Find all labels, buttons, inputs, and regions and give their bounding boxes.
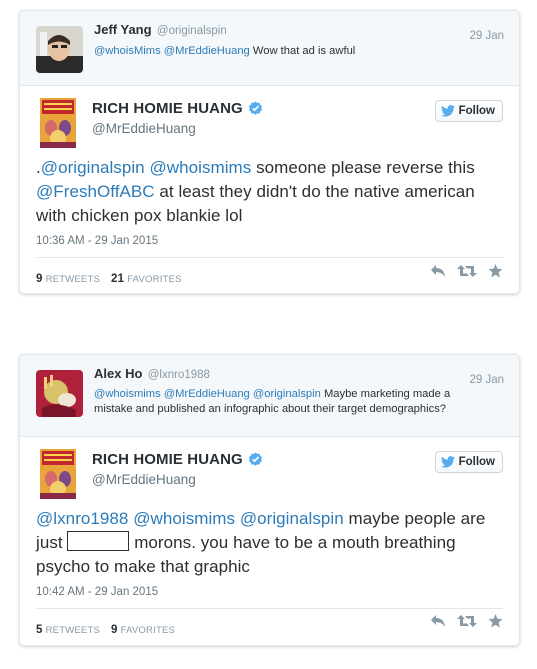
parent-tweet-date[interactable]: 29 Jan <box>469 30 504 42</box>
author-handle[interactable]: @MrEddieHuang <box>92 472 503 487</box>
mention-link[interactable]: @FreshOffABC <box>36 182 155 201</box>
tweet-actions <box>430 264 503 278</box>
avatar[interactable] <box>40 98 76 148</box>
parent-author-handle[interactable]: @lxnro1988 <box>148 369 210 381</box>
author-name-text: RICH HOMIE HUANG <box>92 100 243 117</box>
mention-link[interactable]: @MrEddieHuang <box>164 388 250 400</box>
mention-link[interactable]: @originalspin <box>41 158 145 177</box>
mention-link[interactable]: @MrEddieHuang <box>164 45 250 57</box>
parent-tweet-text: @whoismims @MrEddieHuang @originalspin M… <box>94 387 505 417</box>
reply-icon[interactable] <box>430 614 446 628</box>
reply-icon[interactable] <box>430 264 446 278</box>
main-tweet: RICH HOMIE HUANG @MrEddieHuang Follow .@… <box>20 86 519 285</box>
author-handle[interactable]: @MrEddieHuang <box>92 121 503 136</box>
retweet-icon[interactable] <box>457 264 477 278</box>
favorite-count[interactable]: 21 FAVORITES <box>111 273 182 285</box>
parent-tweet-date[interactable]: 29 Jan <box>469 374 504 386</box>
favorite-count[interactable]: 9 FAVORITES <box>111 624 175 636</box>
avatar[interactable] <box>40 449 76 499</box>
retweet-count-value: 9 <box>36 273 43 285</box>
embedded-tweet-card: Jeff Yang @originalspin 29 Jan @whoisMim… <box>19 10 520 294</box>
verified-icon <box>248 452 262 466</box>
follow-label: Follow <box>458 105 495 117</box>
mention-link[interactable]: @originalspin <box>240 509 344 528</box>
favorite-count-label: FAVORITES <box>120 625 176 636</box>
retweet-count-value: 5 <box>36 624 43 636</box>
mention-link[interactable]: @originalspin <box>253 388 321 400</box>
parent-tweet-text: @whoisMims @MrEddieHuang Wow that ad is … <box>94 44 505 59</box>
twitter-bird-icon <box>440 456 455 468</box>
follow-button[interactable]: Follow <box>434 100 503 122</box>
avatar[interactable] <box>36 26 83 73</box>
mention-link[interactable]: @whoismims <box>133 509 235 528</box>
verified-icon <box>248 101 262 115</box>
twitter-bird-icon <box>440 105 455 117</box>
favorite-count-label: FAVORITES <box>127 274 182 285</box>
retweet-count-label: RETWEETS <box>45 274 100 285</box>
retweet-count[interactable]: 5 RETWEETS <box>36 624 100 636</box>
mention-link[interactable]: @whoismims <box>149 158 251 177</box>
follow-label: Follow <box>458 456 495 468</box>
avatar[interactable] <box>36 370 83 417</box>
favorite-count-value: 9 <box>111 624 118 636</box>
text-span: Wow that ad is awful <box>249 45 356 57</box>
author-name-text: RICH HOMIE HUANG <box>92 451 243 468</box>
follow-button[interactable]: Follow <box>434 451 503 473</box>
retweet-icon[interactable] <box>457 614 477 628</box>
parent-author-name[interactable]: Alex Ho <box>94 366 142 381</box>
parent-author-handle[interactable]: @originalspin <box>157 25 227 37</box>
tweet-timestamp[interactable]: 10:42 AM - 29 Jan 2015 <box>36 586 503 598</box>
author-name[interactable]: RICH HOMIE HUANG <box>92 100 263 117</box>
parent-author-name[interactable]: Jeff Yang <box>94 22 152 37</box>
favorite-icon[interactable] <box>488 614 503 628</box>
favorite-count-value: 21 <box>111 273 125 285</box>
parent-tweet[interactable]: Alex Ho @lxnro1988 29 Jan @whoismims @Mr… <box>20 355 519 437</box>
mention-link[interactable]: @lxnro1988 <box>36 509 128 528</box>
mention-link[interactable]: @whoisMims <box>94 45 161 57</box>
retweet-count[interactable]: 9 RETWEETS <box>36 273 100 285</box>
retweet-count-label: RETWEETS <box>45 625 100 636</box>
tweet-text: .@originalspin @whoismims someone please… <box>36 156 503 228</box>
tweet-actions <box>430 614 503 628</box>
embedded-tweet-card: Alex Ho @lxnro1988 29 Jan @whoismims @Mr… <box>19 354 520 646</box>
tweet-text: @lxnro1988 @whoismims @originalspin mayb… <box>36 507 503 579</box>
mention-link[interactable]: @whoismims <box>94 388 161 400</box>
tweet-timestamp[interactable]: 10:36 AM - 29 Jan 2015 <box>36 235 503 247</box>
redacted-word-box <box>67 531 130 551</box>
author-name[interactable]: RICH HOMIE HUANG <box>92 451 263 468</box>
main-tweet: RICH HOMIE HUANG @MrEddieHuang Follow @l… <box>20 437 519 636</box>
parent-tweet[interactable]: Jeff Yang @originalspin 29 Jan @whoisMim… <box>20 11 519 86</box>
text-span: someone please reverse this <box>251 158 475 177</box>
favorite-icon[interactable] <box>488 264 503 278</box>
